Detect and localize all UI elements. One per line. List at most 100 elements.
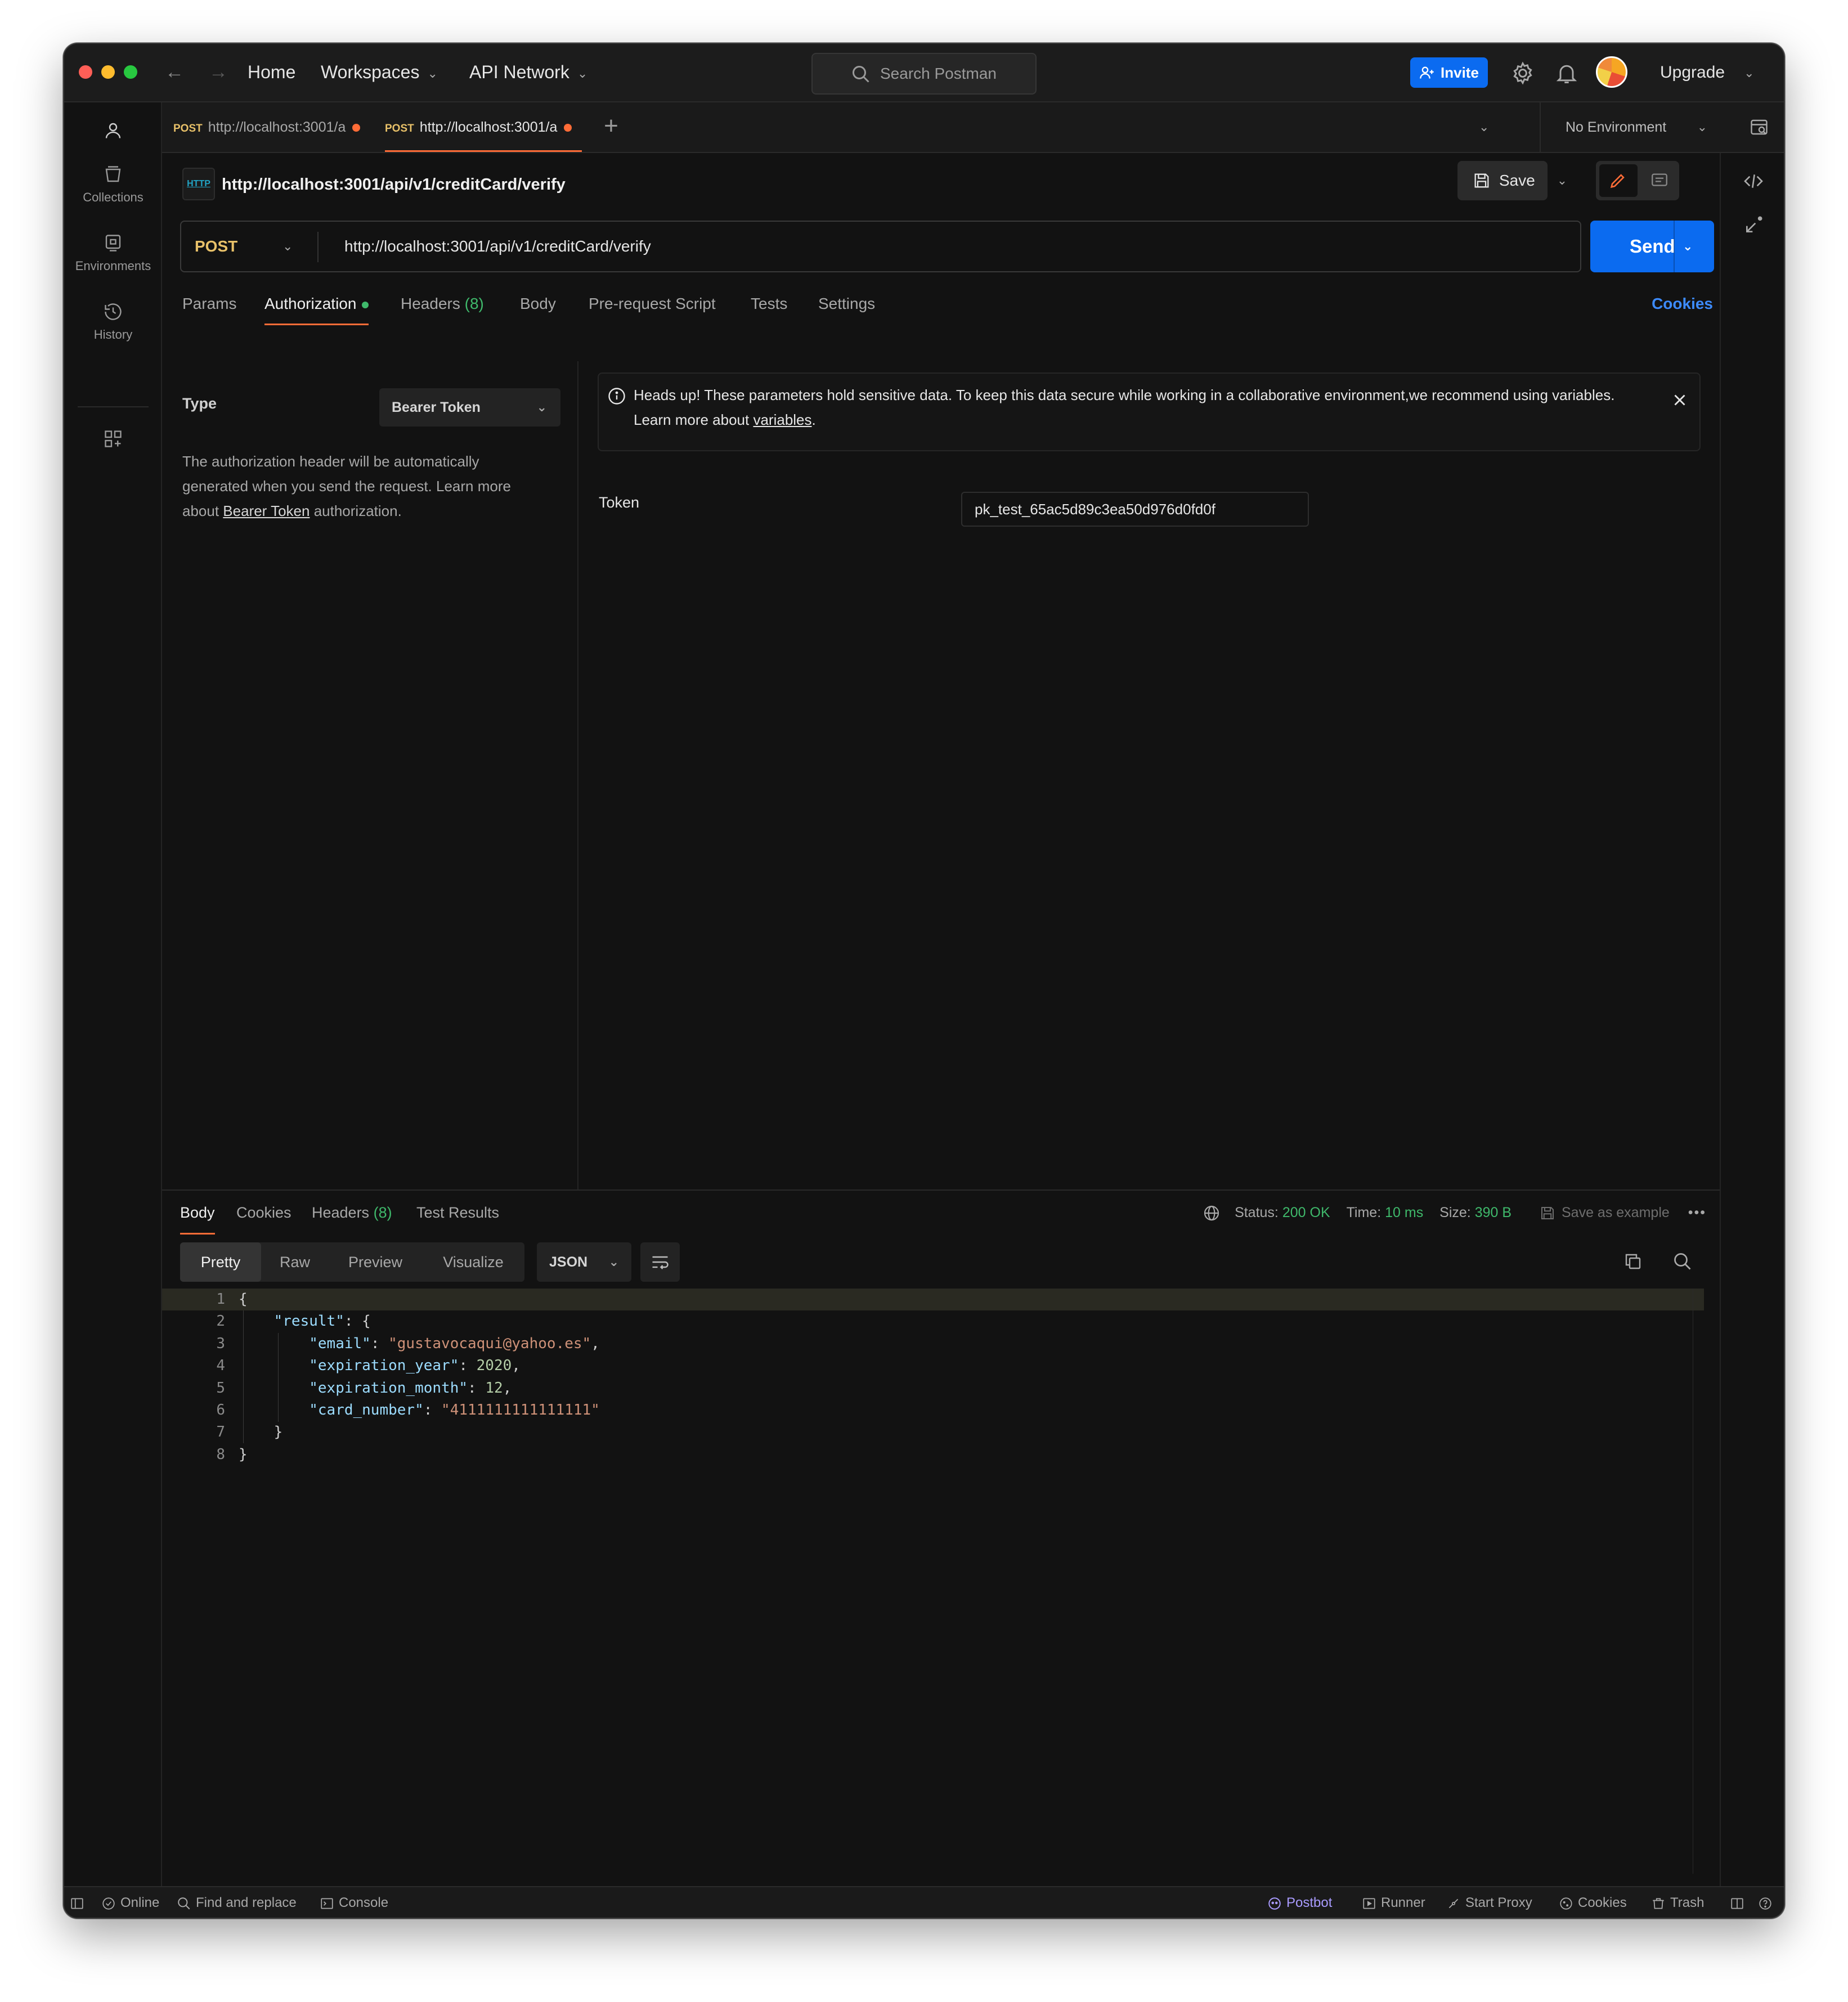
tab-settings[interactable]: Settings — [818, 282, 875, 325]
code-icon[interactable] — [1742, 170, 1765, 192]
tab-authorization[interactable]: Authorization — [264, 282, 369, 325]
format-preview[interactable]: Preview — [329, 1242, 422, 1282]
more-options-icon[interactable]: ••• — [1688, 1205, 1706, 1220]
token-input[interactable]: pk_test_65ac5d89c3ea50d976d0fd0f — [961, 492, 1309, 527]
tabs-overflow-chevron-icon[interactable]: ⌄ — [1479, 102, 1489, 152]
two-pane-view-icon[interactable] — [1730, 1896, 1744, 1911]
json-string: "4111111111111111" — [441, 1401, 600, 1419]
cookies-link[interactable]: Cookies — [1652, 282, 1713, 325]
code-text: { — [239, 1291, 248, 1308]
url-input[interactable]: http://localhost:3001/api/v1/creditCard/… — [344, 222, 651, 271]
toggle-sidebar-icon[interactable] — [70, 1896, 84, 1911]
upgrade-button[interactable]: Upgrade ⌄ — [1660, 60, 1755, 86]
request-title[interactable]: http://localhost:3001/api/v1/creditCard/… — [222, 164, 566, 205]
response-meta: Status: 200 OK Time: 10 ms Size: 390 B S… — [1203, 1191, 1706, 1235]
wrap-lines-button[interactable] — [640, 1242, 680, 1282]
gear-icon[interactable] — [1510, 61, 1535, 86]
response-body-editor[interactable]: 1{ 2 "result": { 3 "email": "gustavocaqu… — [162, 1289, 1704, 1466]
variables-link[interactable]: variables — [753, 411, 811, 428]
postbot-button[interactable]: Postbot — [1267, 1887, 1333, 1918]
nav-api-network[interactable]: API Network ⌄ — [469, 60, 587, 86]
editor-scrollbar[interactable] — [1693, 1289, 1702, 1874]
time-value[interactable]: 10 ms — [1385, 1205, 1423, 1220]
headers-count: (8) — [464, 295, 484, 312]
line-number: 4 — [216, 1357, 225, 1375]
tab-tests[interactable]: Tests — [751, 282, 787, 325]
send-button[interactable]: Send ⌄ — [1590, 221, 1714, 272]
tab-body[interactable]: Body — [520, 282, 556, 325]
response-tab-body[interactable]: Body — [180, 1191, 215, 1235]
copy-icon[interactable] — [1623, 1251, 1643, 1272]
globe-icon[interactable] — [1203, 1204, 1221, 1222]
search-placeholder: Search Postman — [880, 65, 997, 82]
request-tab-active[interactable]: POST http://localhost:3001/a — [385, 102, 582, 152]
start-proxy-button[interactable]: Start Proxy — [1446, 1887, 1532, 1918]
new-tab-plus-icon[interactable]: + — [594, 102, 628, 152]
response-tab-cookies[interactable]: Cookies — [236, 1191, 291, 1235]
tab-label: Authorization — [264, 295, 357, 312]
code-text: "card_number": "4111111111111111" — [309, 1401, 600, 1419]
save-icon — [1541, 1207, 1554, 1220]
json-punct: : { — [344, 1313, 371, 1330]
format-pretty[interactable]: Pretty — [180, 1242, 261, 1282]
edit-mode-button[interactable] — [1599, 164, 1638, 197]
method-select[interactable]: POST — [195, 222, 237, 271]
add-user-icon — [1420, 66, 1434, 79]
sidebar-item-history[interactable]: History — [64, 302, 162, 342]
search-input[interactable]: Search Postman — [811, 53, 1037, 95]
invite-button[interactable]: Invite — [1410, 57, 1488, 88]
bell-icon[interactable] — [1554, 61, 1579, 86]
format-raw[interactable]: Raw — [261, 1242, 329, 1282]
postbot-label: Postbot — [1286, 1895, 1333, 1910]
line-number: 1 — [216, 1291, 225, 1308]
size-value[interactable]: 390 B — [1475, 1205, 1511, 1220]
trash-button[interactable]: Trash — [1651, 1887, 1704, 1918]
maximize-window-button[interactable] — [124, 65, 137, 79]
comments-icon[interactable] — [1650, 171, 1669, 190]
response-tab-headers[interactable]: Headers (8) — [312, 1191, 392, 1235]
minimize-window-button[interactable] — [101, 65, 115, 79]
chevron-down-icon[interactable]: ⌄ — [282, 222, 293, 271]
request-tab[interactable]: POST http://localhost:3001/a — [173, 102, 370, 152]
sidebar-item-account[interactable] — [64, 120, 162, 146]
bearer-token-link[interactable]: Bearer Token — [223, 502, 310, 519]
save-button[interactable]: Save — [1457, 161, 1548, 200]
status-value[interactable]: 200 OK — [1282, 1205, 1330, 1220]
sidebar-item-collections[interactable]: Collections — [64, 164, 162, 205]
info-icon — [608, 388, 625, 405]
invite-label: Invite — [1441, 64, 1479, 81]
chevron-down-icon: ⌄ — [577, 66, 588, 80]
line-number: 8 — [216, 1446, 225, 1463]
environment-quick-look-icon[interactable] — [1749, 117, 1769, 137]
find-and-replace[interactable]: Find and replace — [177, 1887, 297, 1918]
close-window-button[interactable] — [79, 65, 92, 79]
back-arrow-icon[interactable]: ← — [163, 61, 186, 83]
search-icon[interactable] — [1672, 1251, 1693, 1272]
console-button[interactable]: Console — [320, 1887, 388, 1918]
send-dropdown-chevron-icon[interactable]: ⌄ — [1683, 221, 1693, 272]
online-status[interactable]: Online — [101, 1887, 159, 1918]
close-icon[interactable] — [1670, 390, 1689, 410]
tab-params[interactable]: Params — [182, 282, 236, 325]
language-select[interactable]: JSON ⌄ — [537, 1242, 631, 1282]
format-visualize[interactable]: Visualize — [422, 1242, 524, 1282]
sidebar-item-environments[interactable]: Environments — [64, 233, 162, 273]
footer-cookies-button[interactable]: Cookies — [1559, 1887, 1627, 1918]
sidebar-item-add-more[interactable] — [64, 429, 162, 455]
nav-workspaces[interactable]: Workspaces ⌄ — [321, 60, 438, 86]
save-as-example-button[interactable]: Save as example — [1539, 1205, 1670, 1220]
nav-home[interactable]: Home — [248, 60, 295, 84]
chevron-down-icon: ⌄ — [1744, 66, 1755, 80]
tab-pre-request-script[interactable]: Pre-request Script — [589, 282, 716, 325]
runner-button[interactable]: Runner — [1362, 1887, 1425, 1918]
avatar[interactable] — [1596, 56, 1627, 88]
tab-headers[interactable]: Headers (8) — [401, 282, 484, 325]
help-icon[interactable] — [1758, 1896, 1773, 1911]
forward-arrow-icon[interactable]: → — [207, 61, 230, 83]
auth-type-select[interactable]: Bearer Token ⌄ — [379, 388, 560, 427]
save-dropdown-chevron-icon[interactable]: ⌄ — [1550, 161, 1575, 200]
response-tab-test-results[interactable]: Test Results — [416, 1191, 499, 1235]
chevron-down-icon: ⌄ — [1697, 120, 1707, 134]
related-collections-icon[interactable] — [1742, 214, 1765, 236]
environment-selector[interactable]: No Environment ⌄ — [1540, 102, 1784, 152]
